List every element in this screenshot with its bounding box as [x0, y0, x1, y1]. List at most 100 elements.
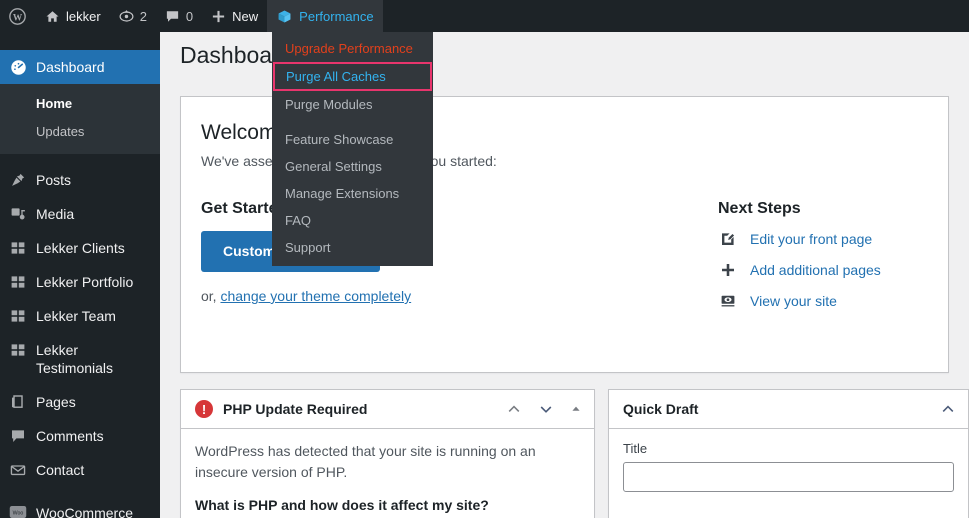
menu-separator: [272, 118, 433, 126]
menu-item-faq[interactable]: FAQ: [272, 207, 433, 234]
php-panel-controls: [506, 401, 582, 417]
dashboard-gauge-icon: [0, 58, 36, 76]
sidebar-item-label-lekker-clients: Lekker Clients: [36, 240, 125, 256]
pages-icon: [0, 393, 36, 410]
submenu-item-updates[interactable]: Updates: [0, 118, 160, 146]
wordpress-logo-icon: W: [9, 7, 26, 25]
next-step-edit-front-page[interactable]: Edit your front page: [718, 231, 938, 247]
grid-icon: [0, 239, 36, 256]
comment-bubble-icon: [165, 9, 180, 24]
php-panel-title-wrap: ! PHP Update Required: [195, 400, 506, 418]
dashboard-submenu: Home Updates: [0, 84, 160, 154]
menu-item-support[interactable]: Support: [272, 234, 433, 261]
next-step-label[interactable]: View your site: [750, 293, 837, 309]
php-panel-title: PHP Update Required: [223, 401, 368, 417]
quick-draft-title-label: Title: [623, 441, 648, 456]
collapse-triangle-icon[interactable]: [570, 403, 582, 415]
quick-draft-title-input[interactable]: [623, 462, 954, 492]
menu-item-feature-showcase[interactable]: Feature Showcase: [272, 126, 433, 153]
sidebar-item-posts[interactable]: Posts: [0, 163, 160, 197]
sidebar-item-dashboard[interactable]: Dashboard: [0, 50, 160, 84]
sidebar-item-label-posts: Posts: [36, 172, 72, 188]
welcome-next-steps-column: Next Steps Edit your front page Add addi…: [718, 200, 938, 324]
next-step-label[interactable]: Edit your front page: [750, 231, 872, 247]
next-steps-list: Edit your front page Add additional page…: [718, 231, 938, 309]
pin-icon: [0, 171, 36, 188]
updates-button[interactable]: 2: [110, 0, 156, 32]
sidebar-item-woocommerce[interactable]: Woo WooCommerce: [0, 496, 160, 518]
comments-count: 0: [185, 8, 194, 24]
quick-draft-panel: Quick Draft Title: [608, 389, 969, 518]
sidebar-item-label-woocommerce: WooCommerce: [36, 505, 133, 518]
chevron-up-icon[interactable]: [940, 401, 956, 417]
sidebar-item-lekker-portfolio[interactable]: Lekker Portfolio: [0, 265, 160, 299]
edit-pencil-icon: [718, 231, 738, 247]
next-step-view-site[interactable]: View your site: [718, 293, 938, 309]
chevron-down-icon[interactable]: [538, 401, 554, 417]
sidebar-item-lekker-team[interactable]: Lekker Team: [0, 299, 160, 333]
sidebar-item-pages[interactable]: Pages: [0, 385, 160, 419]
sidebar-item-label-lekker-testimonials: Lekker Testimonials: [36, 342, 114, 376]
comment-bubble-icon: [0, 427, 36, 444]
updates-icon: [119, 9, 134, 24]
next-steps-title: Next Steps: [718, 200, 801, 218]
quick-draft-header: Quick Draft: [609, 390, 968, 429]
php-panel-subheading: What is PHP and how does it affect my si…: [195, 497, 489, 513]
site-name-button[interactable]: lekker: [36, 0, 110, 32]
sidebar-item-lekker-testimonials[interactable]: Lekker Testimonials: [0, 333, 160, 385]
sidebar-item-label-lekker-portfolio: Lekker Portfolio: [36, 274, 134, 290]
sidebar-item-comments[interactable]: Comments: [0, 419, 160, 453]
envelope-icon: [0, 461, 36, 478]
php-panel-text: WordPress has detected that your site is…: [195, 443, 536, 480]
menu-item-general-settings[interactable]: General Settings: [272, 153, 433, 180]
comments-button[interactable]: 0: [156, 0, 202, 32]
warning-exclamation-icon: !: [195, 400, 213, 418]
grid-icon: [0, 273, 36, 290]
chevron-up-icon[interactable]: [506, 401, 522, 417]
sidebar-item-label-comments: Comments: [36, 428, 104, 444]
sidebar-item-lekker-clients[interactable]: Lekker Clients: [0, 231, 160, 265]
wordpress-logo-button[interactable]: W: [0, 0, 36, 32]
updates-count: 2: [139, 8, 147, 24]
performance-menu-button[interactable]: Performance: [267, 0, 383, 32]
performance-cube-icon: [276, 8, 293, 25]
plus-icon: [211, 9, 226, 24]
php-panel-body: WordPress has detected that your site is…: [181, 429, 594, 518]
quick-draft-title-wrap: Quick Draft: [623, 401, 940, 417]
sidebar-item-label-pages: Pages: [36, 394, 76, 410]
grid-icon: [0, 307, 36, 324]
submenu-item-home[interactable]: Home: [0, 90, 160, 118]
home-icon: [45, 9, 60, 24]
menu-item-purge-modules[interactable]: Purge Modules: [272, 91, 433, 118]
svg-text:W: W: [13, 13, 23, 23]
menu-item-manage-extensions[interactable]: Manage Extensions: [272, 180, 433, 207]
sidebar-item-media[interactable]: Media: [0, 197, 160, 231]
performance-label: Performance: [299, 8, 374, 24]
eye-view-icon: [718, 293, 738, 309]
media-icon: [0, 205, 36, 222]
new-content-button[interactable]: New: [202, 0, 267, 32]
sidebar-separator: [0, 154, 160, 163]
admin-sidebar-menu: Dashboard Home Updates Posts Media Lekke…: [0, 32, 160, 518]
quick-draft-body: Title: [609, 429, 968, 504]
sidebar-item-label-media: Media: [36, 206, 75, 222]
sidebar-item-label-contact: Contact: [36, 462, 85, 478]
performance-dropdown-menu: Upgrade Performance Purge All Caches Pur…: [272, 32, 433, 266]
new-content-label: New: [232, 8, 259, 24]
next-step-add-pages[interactable]: Add additional pages: [718, 262, 938, 278]
wp-admin-screen: W lekker 2 0 New Performance Upgrade Per…: [0, 0, 969, 518]
change-theme-line: or, change your theme completely: [201, 288, 718, 304]
admin-bar: W lekker 2 0 New Performance: [0, 0, 969, 32]
sidebar-item-contact[interactable]: Contact: [0, 453, 160, 487]
quick-draft-controls: [940, 401, 956, 417]
woo-icon: Woo: [0, 504, 36, 518]
quick-draft-title: Quick Draft: [623, 401, 699, 417]
sidebar-item-label-dashboard: Dashboard: [36, 59, 105, 75]
menu-item-upgrade-performance[interactable]: Upgrade Performance: [272, 35, 433, 62]
php-panel-header: ! PHP Update Required: [181, 390, 594, 429]
next-step-label[interactable]: Add additional pages: [750, 262, 881, 278]
svg-text:Woo: Woo: [13, 510, 24, 516]
menu-item-purge-all-caches[interactable]: Purge All Caches: [273, 62, 432, 91]
change-theme-link[interactable]: change your theme completely: [220, 288, 411, 304]
